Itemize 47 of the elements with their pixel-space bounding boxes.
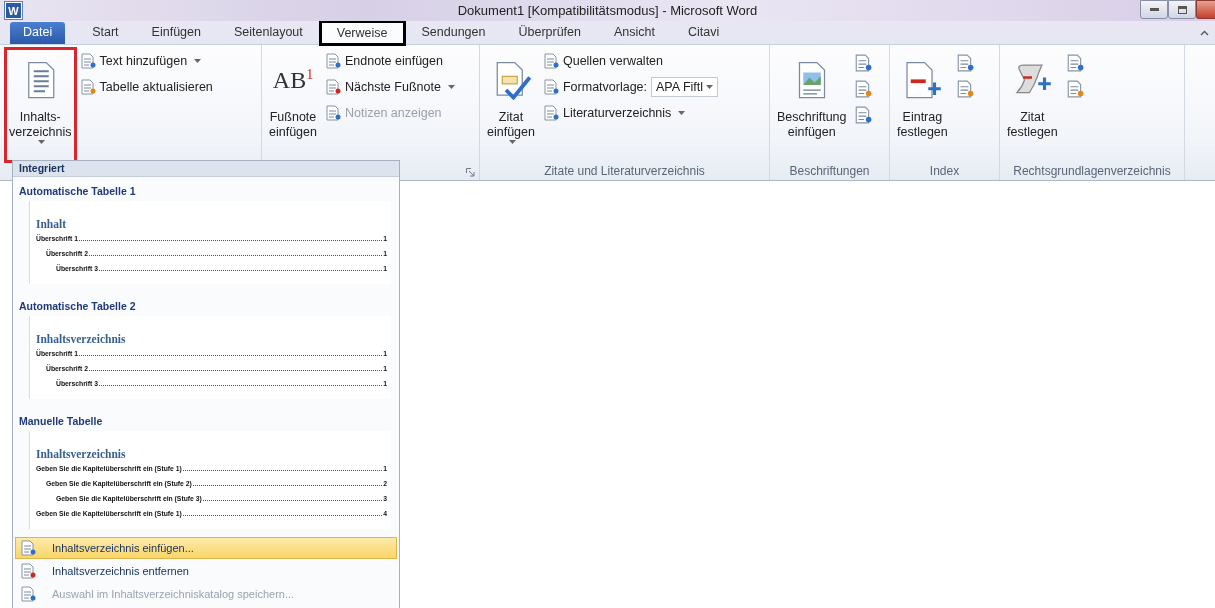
ribbon-button[interactable]: Quellen verwalten xyxy=(542,50,719,72)
toc-heading: Inhalt xyxy=(36,218,67,230)
group-label: Zitate und Literaturverzeichnis xyxy=(544,164,705,178)
close-button[interactable] xyxy=(1196,0,1215,19)
group-label: Rechtsgrundlagenverzeichnis xyxy=(1013,164,1171,178)
footnote-icon: AB$^{1}$ xyxy=(272,66,314,94)
ribbon-tab[interactable]: Ansicht xyxy=(599,22,670,44)
ribbon-button[interactable]: Tabelle aktualisieren xyxy=(79,76,213,98)
maximize-icon xyxy=(1177,5,1187,14)
ribbon-button[interactable]: AB$^{1}$ Fußnote einfügen xyxy=(265,48,321,162)
group-label: Index xyxy=(929,164,960,178)
window-title: Dokument1 [Kompatibilitätsmodus] - Microsoft Word xyxy=(457,3,758,18)
ribbon-button[interactable]: Beschriftung einfügen xyxy=(773,48,851,162)
ribbon-tab[interactable]: Citavi xyxy=(673,22,735,44)
gallery-section-title: Automatische Tabelle 1 xyxy=(18,184,137,199)
ribbon-button[interactable]: Inhalts- verzeichnis xyxy=(5,48,76,162)
ribbon-tab[interactable]: Seitenlayout xyxy=(218,22,318,44)
toc-heading: Inhaltsverzeichnis xyxy=(36,448,126,460)
ribbon-tab[interactable]: Sendungen xyxy=(406,22,501,44)
dialog-launcher-icon[interactable] xyxy=(466,168,475,177)
minimize-button[interactable] xyxy=(1140,0,1168,19)
collapse-ribbon-icon[interactable] xyxy=(1200,29,1209,36)
app-logo: W xyxy=(5,2,22,19)
gallery-section-title: Manuelle Tabelle xyxy=(18,414,104,429)
toc-preview[interactable] xyxy=(29,431,391,529)
menu-item[interactable]: Inhaltsverzeichnis entfernen xyxy=(15,560,397,582)
maximize-button[interactable] xyxy=(1168,0,1196,19)
ribbon-tab[interactable]: Überprüfen xyxy=(503,22,596,44)
minimize-icon xyxy=(1149,8,1159,11)
ribbon-button[interactable]: Eintrag festlegen xyxy=(893,48,952,162)
group-label: Beschriftungen xyxy=(789,164,870,178)
ribbon-tab[interactable]: Start xyxy=(77,22,134,44)
ribbon-button[interactable]: Formatvorlage: APA Fiftl xyxy=(542,76,719,98)
ribbon-tab[interactable]: Verweise xyxy=(320,22,404,44)
gallery-section-title: Automatische Tabelle 2 xyxy=(18,299,137,314)
ribbon-button[interactable]: Zitat einfügen xyxy=(483,48,539,162)
ribbon-button[interactable]: Literaturverzeichnis xyxy=(542,102,719,124)
toc-heading: Inhaltsverzeichnis xyxy=(36,333,126,345)
style-dropdown[interactable]: APA Fiftl xyxy=(651,77,719,97)
ribbon-button[interactable]: Zitat festlegen xyxy=(1003,48,1062,162)
ribbon-button[interactable]: Text hinzufügen xyxy=(79,50,213,72)
menu-item[interactable]: Inhaltsverzeichnis einfügen... xyxy=(15,537,397,559)
file-tab[interactable]: Datei xyxy=(10,22,66,44)
ribbon-button[interactable]: Nächste Fußnote xyxy=(324,76,455,98)
menu-header: Integriert xyxy=(19,162,65,174)
ribbon-tab[interactable]: Einfügen xyxy=(136,22,216,44)
ribbon-button[interactable]: Endnote einfügen xyxy=(324,50,455,72)
